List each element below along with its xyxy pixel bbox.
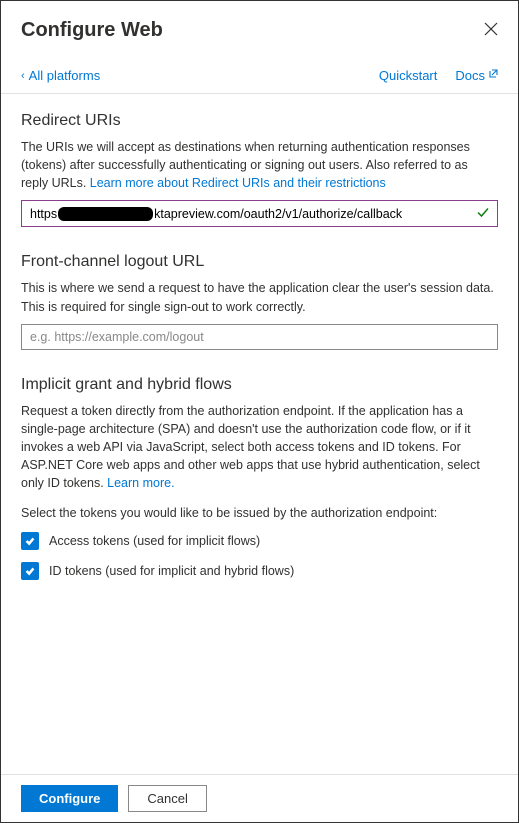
- topbar: ‹ All platforms Quickstart Docs: [1, 56, 518, 94]
- access-tokens-label: Access tokens (used for implicit flows): [49, 534, 260, 548]
- logout-url-section: Front-channel logout URL This is where w…: [21, 253, 498, 349]
- redacted-content: [58, 207, 153, 221]
- panel-header: Configure Web: [1, 1, 518, 56]
- redirect-uri-input-wrapper: httpsktapreview.com/oauth2/v1/authorize/…: [21, 200, 498, 227]
- logout-url-input[interactable]: [21, 324, 498, 350]
- id-tokens-label: ID tokens (used for implicit and hybrid …: [49, 564, 294, 578]
- checkmark-icon: [476, 205, 490, 222]
- top-links: Quickstart Docs: [379, 68, 498, 83]
- id-tokens-checkbox[interactable]: [21, 562, 39, 580]
- id-tokens-row: ID tokens (used for implicit and hybrid …: [21, 562, 498, 580]
- check-icon: [24, 535, 36, 547]
- footer: Configure Cancel: [1, 774, 518, 822]
- close-icon: [484, 22, 498, 36]
- page-title: Configure Web: [21, 19, 163, 42]
- back-label: All platforms: [29, 68, 101, 83]
- select-tokens-text: Select the tokens you would like to be i…: [21, 506, 498, 520]
- access-tokens-checkbox[interactable]: [21, 532, 39, 550]
- logout-url-desc: This is where we send a request to have …: [21, 279, 498, 315]
- redirect-uris-title: Redirect URIs: [21, 112, 498, 130]
- implicit-grant-section: Implicit grant and hybrid flows Request …: [21, 376, 498, 581]
- close-button[interactable]: [484, 20, 498, 41]
- quickstart-link[interactable]: Quickstart: [379, 68, 438, 83]
- configure-button[interactable]: Configure: [21, 785, 118, 812]
- chevron-left-icon: ‹: [21, 70, 25, 82]
- redirect-uris-learn-more-link[interactable]: Learn more about Redirect URIs and their…: [90, 176, 386, 190]
- cancel-button[interactable]: Cancel: [128, 785, 206, 812]
- back-all-platforms-link[interactable]: ‹ All platforms: [21, 68, 100, 83]
- check-icon: [24, 565, 36, 577]
- external-link-icon: [488, 69, 498, 82]
- redirect-uri-input[interactable]: httpsktapreview.com/oauth2/v1/authorize/…: [21, 200, 498, 227]
- redirect-uris-desc: The URIs we will accept as destinations …: [21, 138, 498, 192]
- logout-url-title: Front-channel logout URL: [21, 253, 498, 271]
- content-area: Redirect URIs The URIs we will accept as…: [1, 94, 518, 774]
- redirect-uris-section: Redirect URIs The URIs we will accept as…: [21, 112, 498, 227]
- implicit-grant-desc: Request a token directly from the author…: [21, 402, 498, 493]
- implicit-grant-title: Implicit grant and hybrid flows: [21, 376, 498, 394]
- docs-link[interactable]: Docs: [455, 68, 498, 83]
- implicit-learn-more-link[interactable]: Learn more.: [107, 476, 174, 490]
- access-tokens-row: Access tokens (used for implicit flows): [21, 532, 498, 550]
